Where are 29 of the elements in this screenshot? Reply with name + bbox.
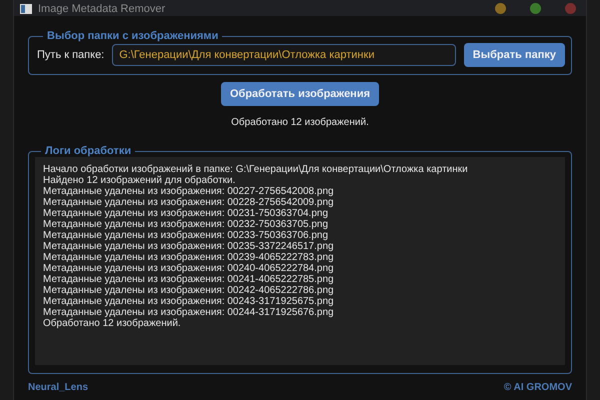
log-line: Метаданные удалены из изображения: 00232-750363705.png xyxy=(43,219,330,230)
log-line: Метаданные удалены из изображения: 00235-3372246517.png xyxy=(43,241,335,252)
log-line: Обработано 12 изображений. xyxy=(43,318,182,329)
path-field[interactable]: G:\Генерации\Для конвертации\Отложка картинки xyxy=(112,44,456,66)
status-text: Обработано 12 изображений. xyxy=(231,117,369,128)
path-label: Путь к папке: xyxy=(37,49,104,61)
maximize-button[interactable] xyxy=(530,3,541,14)
close-button[interactable] xyxy=(565,3,576,14)
log-line: Метаданные удалены из изображения: 00233-750363706.png xyxy=(43,230,330,241)
log-line: Метаданные удалены из изображения: 00241-4065222785.png xyxy=(43,274,335,285)
log-line: Метаданные удалены из изображения: 00243-3171925675.png xyxy=(43,296,335,307)
choose-folder-button[interactable]: Выбрать папку xyxy=(464,43,565,67)
log-line: Метаданные удалены из изображения: 00239-4065222783.png xyxy=(43,252,335,263)
minimize-button[interactable] xyxy=(495,3,506,14)
footer-copyright: © AI GROMOV xyxy=(504,382,572,393)
footer-brand: Neural_Lens xyxy=(28,382,88,393)
group-title: Выбор папки с изображениями xyxy=(46,30,220,42)
process-button[interactable]: Обработать изображения xyxy=(220,82,380,106)
log-line: Метаданные удалены из изображения: 00231-750363704.png xyxy=(43,208,330,219)
group-title: Логи обработки xyxy=(44,145,132,157)
window-title: Image Metadata Remover xyxy=(38,2,166,16)
log-line: Метаданные удалены из изображения: 00242-4065222786.png xyxy=(43,285,335,296)
log-line: Метаданные удалены из изображения: 00227-2756542008.png xyxy=(43,186,335,197)
app-icon xyxy=(20,4,32,14)
log-line: Начало обработки изображений в папке: G:\Генерации\Для конвертации\Отложка картинки xyxy=(43,164,469,175)
log-line: Найдено 12 изображений для обработки. xyxy=(43,175,236,186)
log-line: Метаданные удалены из изображения: 00244-3171925676.png xyxy=(43,307,335,318)
log-line: Метаданные удалены из изображения: 00228-2756542009.png xyxy=(43,197,335,208)
log-line: Метаданные удалены из изображения: 00240-4065222784.png xyxy=(43,263,335,274)
